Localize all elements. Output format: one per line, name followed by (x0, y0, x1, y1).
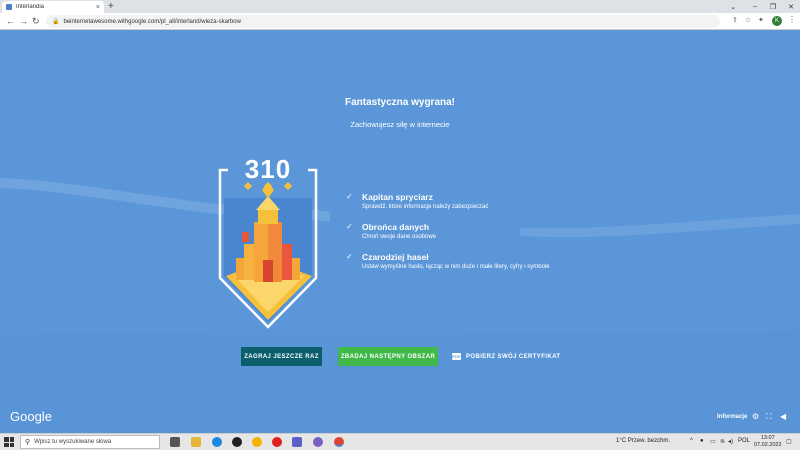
score-badge: 310 (216, 152, 320, 332)
page-subtitle: Zachowujesz siłę w internecie (350, 120, 450, 129)
download-certificate-label: POBIERZ SWÓJ CERTYFIKAT (466, 353, 561, 360)
site-favicon-icon (6, 4, 12, 10)
achievement-item: ✓ Obrońca danych Chroń swoje dane osobow… (346, 222, 606, 240)
chrome-icon[interactable] (252, 437, 262, 447)
task-view-icon[interactable] (170, 437, 180, 447)
achievement-description: Chroń swoje dane osobowe (362, 234, 437, 240)
download-certificate-button[interactable]: PDF POBIERZ SWÓJ CERTYFIKAT (452, 347, 562, 366)
achievement-title: Czarodziej haseł (362, 252, 429, 262)
mic-icon[interactable]: ● (700, 438, 704, 444)
volume-icon[interactable]: ◂) (728, 438, 733, 445)
app-icon[interactable] (313, 437, 323, 447)
profile-avatar[interactable]: K (772, 16, 782, 26)
achievement-description: Sprawdź, które informacje należy zabezpi… (362, 204, 489, 210)
fullscreen-icon[interactable]: ⛶ (766, 412, 772, 422)
new-tab-button[interactable]: + (108, 1, 114, 12)
info-link[interactable]: Informacje (717, 414, 747, 420)
sound-icon[interactable]: ◀ (780, 412, 786, 421)
page-title: Fantastyczna wygrana! (344, 97, 456, 108)
checkmark-icon: ✓ (346, 252, 353, 261)
checkmark-icon: ✓ (346, 192, 353, 201)
checkmark-icon: ✓ (346, 222, 353, 231)
browser-tab-bar: Interlandia × + ⌄ – ❐ ✕ (0, 0, 800, 13)
tray-chevron-icon[interactable]: ^ (690, 438, 693, 444)
achievement-description: Ustaw wymyślne hasło, łącząc w nim duże … (362, 264, 550, 270)
next-area-button[interactable]: ZBADAJ NASTĘPNY OBSZAR (338, 347, 438, 366)
share-icon[interactable]: ⇪ (732, 16, 738, 24)
search-placeholder: Wpisz tu wyszukiwane słowa (34, 439, 112, 445)
notifications-icon[interactable]: ▢ (786, 438, 792, 445)
browser-tab[interactable]: Interlandia × (2, 1, 104, 13)
windows-taskbar: ⚲ Wpisz tu wyszukiwane słowa 1°C Przew. … (0, 433, 800, 450)
network-icon[interactable]: ▭ (710, 438, 716, 445)
browser-toolbar: ← → ↻ 🔒 beinternetawesome.withgoogle.com… (0, 13, 800, 30)
achievements-list: ✓ Kapitan spryciarz Sprawdź, które infor… (346, 192, 606, 282)
browser-menu-icon[interactable]: ⋮ (788, 15, 796, 24)
achievement-title: Kapitan spryciarz (362, 192, 433, 202)
achievement-item: ✓ Kapitan spryciarz Sprawdź, które infor… (346, 192, 606, 210)
game-results-page: Fantastyczna wygrana! Zachowujesz siłę w… (0, 30, 800, 433)
google-logo[interactable]: Google (10, 409, 52, 424)
opera-icon[interactable] (272, 437, 282, 447)
language-indicator[interactable]: POL (738, 438, 750, 444)
wifi-icon[interactable]: ≋ (720, 438, 725, 445)
tab-search-dropdown-icon[interactable]: ⌄ (722, 0, 744, 13)
settings-gear-icon[interactable]: ⚙ (752, 412, 759, 421)
clock-date: 07.02.2022 (754, 442, 782, 448)
teams-icon[interactable] (292, 437, 302, 447)
play-again-button[interactable]: ZAGRAJ JESZCZE RAZ (241, 347, 322, 366)
pdf-icon: PDF (451, 353, 462, 360)
app-icon[interactable] (232, 437, 242, 447)
address-bar[interactable]: 🔒 beinternetawesome.withgoogle.com/pl_al… (46, 15, 720, 28)
score-value: 310 (244, 154, 292, 184)
close-window-button[interactable]: ✕ (780, 0, 800, 13)
lock-icon: 🔒 (52, 19, 60, 25)
reload-button[interactable]: ↻ (32, 15, 40, 27)
back-button[interactable]: ← (6, 15, 15, 27)
extensions-icon[interactable]: ✦ (758, 16, 764, 24)
taskbar-search-input[interactable]: ⚲ Wpisz tu wyszukiwane słowa (20, 435, 160, 449)
edge-icon[interactable] (212, 437, 222, 447)
file-explorer-icon[interactable] (191, 437, 201, 447)
tab-title: Interlandia (16, 4, 45, 10)
forward-button[interactable]: → (19, 15, 28, 27)
tab-close-icon[interactable]: × (96, 4, 100, 11)
clock-time: 13:07 (760, 435, 775, 441)
windows-start-icon[interactable] (4, 437, 14, 447)
achievement-title: Obrońca danych (362, 222, 430, 232)
achievement-item: ✓ Czarodziej haseł Ustaw wymyślne hasło,… (346, 252, 606, 270)
url-text[interactable]: beinternetawesome.withgoogle.com/pl_all/… (63, 19, 240, 25)
weather-widget[interactable]: 1°C Przew. bezchm. (616, 438, 670, 444)
bookmark-star-icon[interactable]: ☆ (745, 16, 751, 24)
chrome-active-icon[interactable] (334, 437, 344, 447)
search-icon: ⚲ (25, 439, 31, 446)
clock[interactable]: 13:07 07.02.2022 (754, 435, 782, 449)
